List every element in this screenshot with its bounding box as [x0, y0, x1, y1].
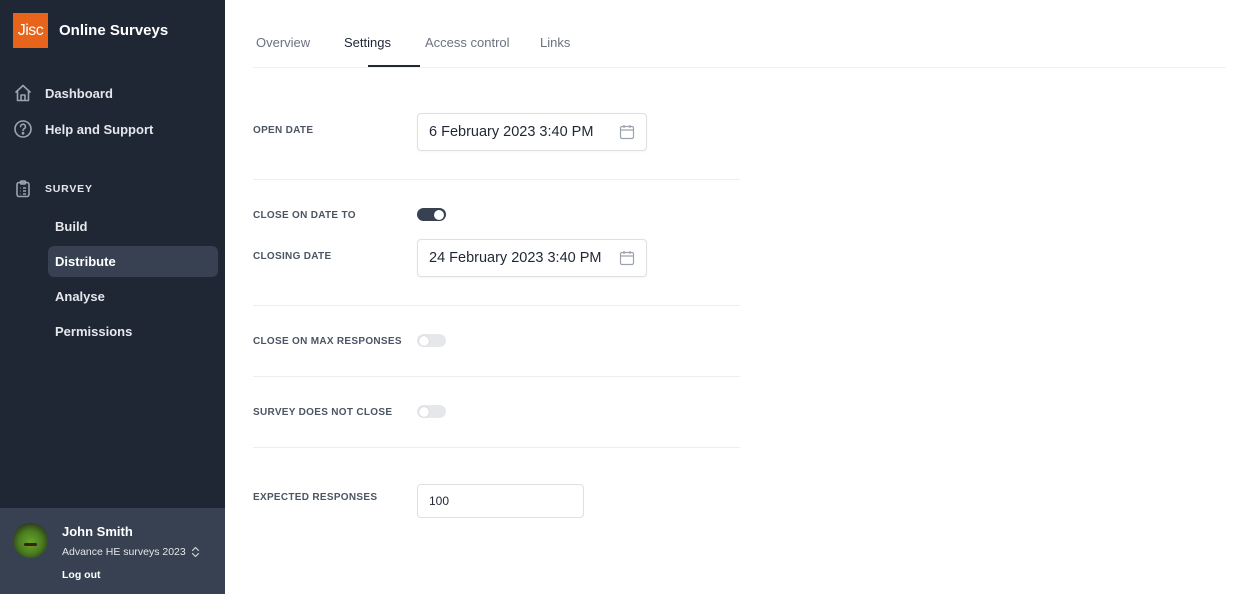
- organisation-switcher[interactable]: Advance HE surveys 2023: [62, 546, 200, 558]
- sidebar-item-analyse[interactable]: Analyse: [48, 281, 218, 312]
- open-date-label: OPEN DATE: [253, 125, 314, 136]
- tab-access-control[interactable]: Access control: [425, 35, 510, 50]
- close-on-max-toggle[interactable]: [417, 334, 446, 347]
- calendar-icon[interactable]: [619, 250, 635, 270]
- toggle-knob: [434, 209, 444, 220]
- sidebar-item-help[interactable]: Help and Support: [13, 119, 153, 139]
- close-on-date-toggle[interactable]: [417, 208, 446, 221]
- tab-bar: Overview Settings Access control Links: [253, 0, 1226, 68]
- clipboard-icon: [13, 179, 33, 199]
- toggle-knob: [419, 335, 429, 346]
- tab-settings[interactable]: Settings: [344, 35, 391, 50]
- open-date-input[interactable]: 6 February 2023 3:40 PM: [417, 113, 647, 151]
- tab-overview[interactable]: Overview: [256, 35, 310, 50]
- organisation-name: Advance HE surveys 2023: [62, 546, 186, 558]
- closing-date-input[interactable]: 24 February 2023 3:40 PM: [417, 239, 647, 277]
- divider: [253, 376, 740, 377]
- logout-link[interactable]: Log out: [62, 569, 100, 581]
- closing-date-value: 24 February 2023 3:40 PM: [429, 250, 602, 266]
- home-icon: [13, 83, 33, 103]
- app-name: Online Surveys: [59, 22, 169, 39]
- sidebar-item-label: Dashboard: [45, 85, 113, 101]
- close-on-max-label: CLOSE ON MAX RESPONSES: [253, 336, 402, 347]
- chevron-up-down-icon: [191, 546, 200, 558]
- brand[interactable]: Jisc Online Surveys: [13, 13, 168, 48]
- sidebar-item-build[interactable]: Build: [48, 211, 218, 242]
- survey-section-header: SURVEY: [13, 179, 93, 199]
- does-not-close-toggle[interactable]: [417, 405, 446, 418]
- toggle-knob: [419, 406, 429, 417]
- expected-responses-input[interactable]: [417, 484, 584, 518]
- help-circle-icon: [13, 119, 33, 139]
- divider: [253, 179, 740, 180]
- avatar[interactable]: [13, 523, 48, 558]
- does-not-close-label: SURVEY DOES NOT CLOSE: [253, 407, 393, 418]
- tab-links[interactable]: Links: [540, 35, 570, 50]
- jisc-logo: Jisc: [13, 13, 48, 48]
- expected-responses-label: EXPECTED RESPONSES: [253, 492, 378, 503]
- closing-date-label: CLOSING DATE: [253, 251, 332, 262]
- open-date-value: 6 February 2023 3:40 PM: [429, 124, 594, 140]
- section-label: SURVEY: [45, 183, 93, 195]
- sidebar-item-distribute[interactable]: Distribute: [48, 246, 218, 277]
- user-name: John Smith: [62, 524, 133, 539]
- divider: [253, 305, 740, 306]
- main-content: Overview Settings Access control Links O…: [225, 0, 1252, 594]
- sidebar-item-permissions[interactable]: Permissions: [48, 316, 218, 347]
- divider: [253, 447, 740, 448]
- sidebar: Jisc Online Surveys Dashboard Help and S…: [0, 0, 225, 594]
- close-on-date-label: CLOSE ON DATE TO: [253, 210, 356, 221]
- user-panel: John Smith Advance HE surveys 2023 Log o…: [0, 508, 225, 594]
- sidebar-item-label: Help and Support: [45, 121, 154, 137]
- active-tab-indicator: [368, 65, 420, 67]
- sidebar-item-dashboard[interactable]: Dashboard: [13, 83, 113, 103]
- calendar-icon[interactable]: [619, 124, 635, 144]
